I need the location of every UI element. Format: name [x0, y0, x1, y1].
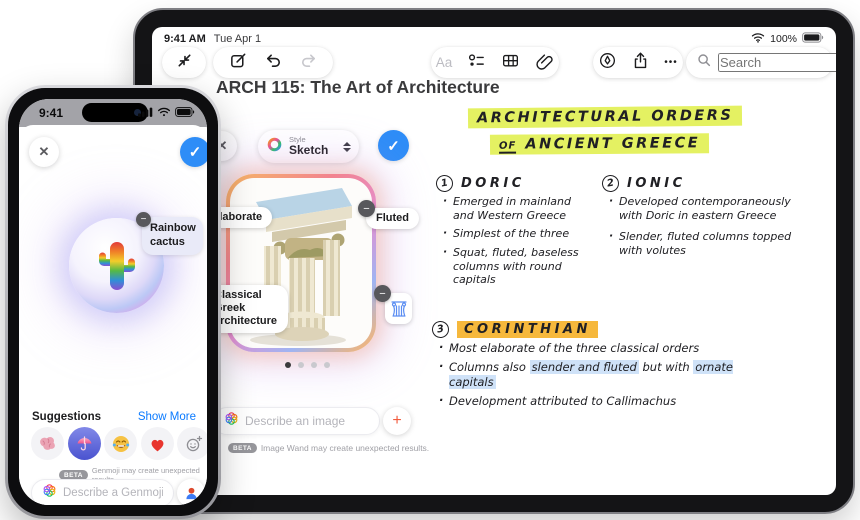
- wifi-icon: [158, 107, 170, 117]
- share-icon[interactable]: [631, 51, 650, 75]
- battery-icon: [175, 107, 195, 117]
- battery-icon: [802, 32, 824, 46]
- ipad-clock: 9:41 AM: [164, 33, 206, 45]
- circled-number-1: 1: [434, 173, 455, 194]
- create-emoji-icon[interactable]: [177, 427, 207, 460]
- iphone-status-icons: [138, 107, 195, 117]
- rainbow-cactus-genmoji: [98, 241, 135, 290]
- page-dot-active[interactable]: [285, 362, 291, 368]
- ionic-bullet: Slender, fluted columns topped with volu…: [609, 229, 800, 257]
- beta-text: Image Wand may create unexpected results…: [260, 443, 430, 453]
- edit-toolbar-group: [213, 47, 333, 78]
- corinthian-bullet: Development attributed to Callimachus: [439, 393, 780, 408]
- search-input[interactable]: [718, 53, 836, 72]
- notes-heading-line1: ARCHITECTURAL ORDERS: [467, 105, 743, 129]
- describe-image-field[interactable]: [213, 407, 380, 435]
- collapse-arrows-icon: [175, 51, 194, 75]
- apple-intelligence-icon: [224, 411, 239, 431]
- section-doric-name: DORIC: [461, 176, 525, 191]
- circled-number-2: 2: [600, 173, 621, 194]
- apple-intelligence-icon: [42, 483, 57, 503]
- ipad-status-bar: 9:41 AM Tue Apr 1: [164, 33, 261, 45]
- actions-toolbar-group: •••: [593, 47, 683, 78]
- compose-icon[interactable]: [229, 51, 248, 75]
- undo-icon[interactable]: [264, 51, 283, 75]
- circled-number-3: 3: [430, 319, 451, 340]
- genmoji-accept-button[interactable]: ✓: [180, 137, 207, 167]
- image-wand-accept-button[interactable]: ✓: [378, 130, 409, 161]
- laughing-emoji[interactable]: [104, 427, 137, 460]
- genmoji-sheet: ✕ ✓ Rainbow cactus − Suggestions Show Mo…: [19, 125, 207, 505]
- chevron-up-down-icon: [343, 141, 351, 152]
- ionic-bullet: Developed contemporaneously with Doric i…: [609, 194, 800, 222]
- ipad-notes-app: 9:41 AM Tue Apr 1 100% Aa ••• Search ARC…: [152, 27, 836, 495]
- umbrella-genmoji[interactable]: [67, 427, 101, 460]
- notes-heading-line2: OF ANCIENT GREECE: [489, 133, 710, 155]
- image-wand-beta-disclaimer: BETA Image Wand may create unexpected re…: [228, 443, 429, 453]
- wifi-icon: [751, 32, 765, 46]
- describe-genmoji-input[interactable]: [63, 487, 163, 499]
- text-format-button[interactable]: Aa: [436, 55, 453, 70]
- apple-intelligence-marketing-scene: 9:41 AM Tue Apr 1 100% Aa ••• Search ARC…: [0, 0, 860, 520]
- doric-bullet: Simplest of the three: [443, 226, 590, 241]
- battery-percent: 100%: [770, 33, 797, 45]
- section-doric: 1 DORIC Emerged in mainland and Western …: [434, 173, 590, 292]
- suggestions-label: Suggestions: [32, 411, 102, 423]
- ipad-date: Tue Apr 1: [213, 33, 262, 45]
- person-genmoji-button[interactable]: [177, 479, 205, 505]
- tag-rainbow-cactus[interactable]: Rainbow cactus: [142, 217, 203, 255]
- section-ionic-name: IONIC: [627, 176, 686, 191]
- cellular-icon: [138, 107, 153, 117]
- result-page-dots[interactable]: [270, 362, 345, 368]
- section-corinthian: 3 CORINTHIAN Most elaborate of the three…: [430, 319, 780, 413]
- format-toolbar-group: Aa: [431, 47, 559, 78]
- iphone-device: 9:41 ✕ ✓ Rainbow cactus − Suggestions Sh…: [5, 85, 221, 519]
- page-dot[interactable]: [311, 362, 317, 368]
- attachment-paperclip-icon[interactable]: [535, 51, 554, 75]
- corinthian-bullet: Columns also slender and fluted but with…: [439, 359, 780, 389]
- heart-emoji[interactable]: [140, 427, 174, 460]
- iphone-bezel: 9:41 ✕ ✓ Rainbow cactus − Suggestions Sh…: [8, 88, 218, 516]
- ipad-device: 9:41 AM Tue Apr 1 100% Aa ••• Search ARC…: [133, 8, 855, 514]
- doric-bullet: Squat, fluted, baseless columns with rou…: [443, 245, 590, 287]
- brain-emoji[interactable]: [31, 427, 64, 460]
- page-dot[interactable]: [298, 362, 304, 368]
- person-icon: [185, 487, 197, 499]
- checklist-icon[interactable]: [467, 51, 486, 75]
- redo-icon[interactable]: [299, 51, 318, 75]
- markup-pen-icon[interactable]: [598, 51, 617, 75]
- more-options-button[interactable]: •••: [664, 57, 678, 68]
- remove-fluted-tag-button[interactable]: −: [358, 200, 375, 217]
- style-value: Sketch: [289, 143, 329, 158]
- style-rainbow-ring-icon: [266, 136, 283, 158]
- table-icon[interactable]: [501, 51, 520, 75]
- remove-rainbow-cactus-tag-button[interactable]: −: [136, 212, 151, 227]
- search-icon: [696, 52, 712, 73]
- search-field[interactable]: [686, 47, 836, 78]
- corinthian-bullet: Most elaborate of the three classical or…: [439, 340, 780, 355]
- beta-badge: BETA: [228, 443, 257, 453]
- iphone-genmoji-app: 9:41 ✕ ✓ Rainbow cactus − Suggestions Sh…: [19, 99, 207, 505]
- note-title: ARCH 115: The Art of Architecture: [216, 77, 500, 97]
- add-image-prompt-button[interactable]: +: [383, 407, 411, 435]
- page-dot[interactable]: [324, 362, 330, 368]
- iphone-clock: 9:41: [39, 106, 64, 120]
- show-more-link[interactable]: Show More: [138, 411, 196, 423]
- describe-genmoji-field[interactable]: [31, 479, 174, 505]
- ipad-status-icons: 100%: [751, 32, 824, 46]
- describe-image-input[interactable]: [245, 414, 369, 428]
- doric-bullet: Emerged in mainland and Western Greece: [443, 194, 590, 222]
- genmoji-close-button[interactable]: ✕: [29, 137, 59, 167]
- section-corinthian-name: CORINTHIAN: [457, 321, 598, 338]
- suggestion-emoji-row: [31, 427, 207, 460]
- section-ionic: 2 IONIC Developed contemporaneously with…: [600, 173, 800, 263]
- remove-sketch-reference-button[interactable]: −: [374, 285, 391, 302]
- collapse-toolbar-button[interactable]: [162, 47, 206, 78]
- style-picker[interactable]: Style Sketch: [258, 130, 359, 163]
